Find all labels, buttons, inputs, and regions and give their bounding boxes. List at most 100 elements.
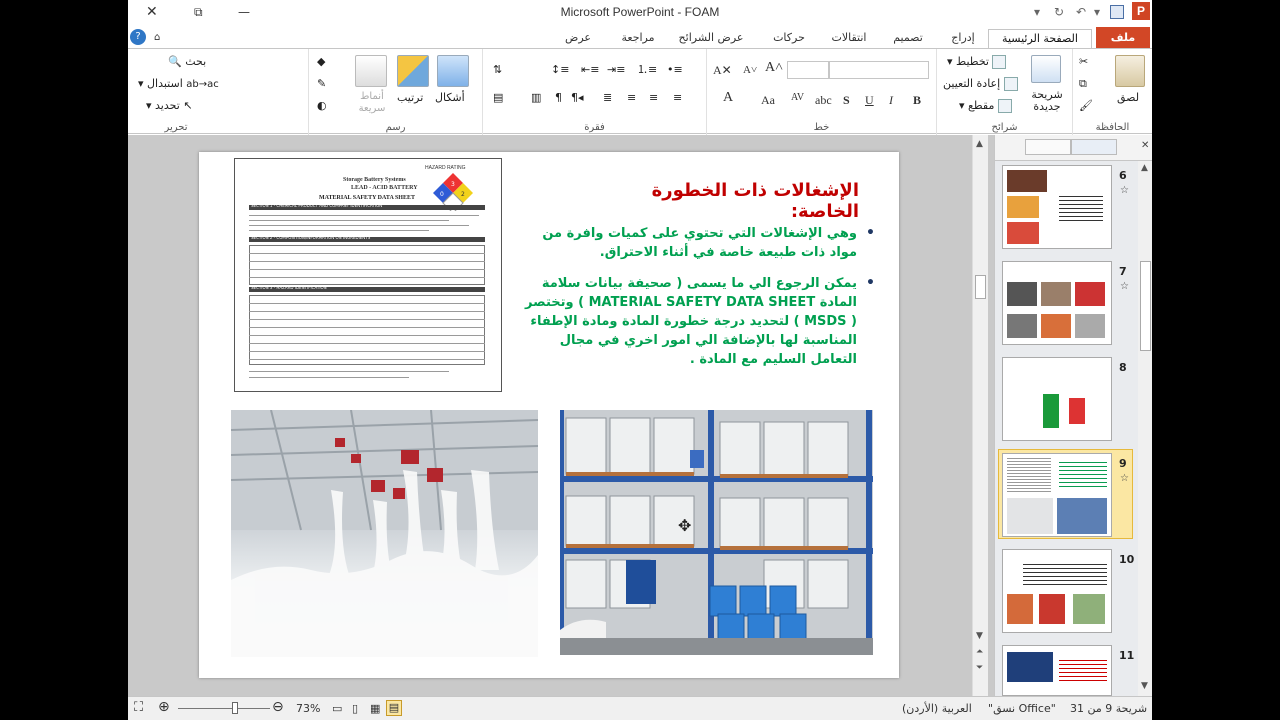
fit-to-window-icon[interactable]: ⛶: [134, 700, 143, 715]
slide-sorter-icon[interactable]: ▦: [370, 702, 380, 715]
numbering-icon[interactable]: ⒈≡: [637, 63, 657, 77]
font-family-combo[interactable]: [829, 61, 929, 79]
zoom-slider-thumb[interactable]: [232, 702, 238, 714]
shrink-font-icon[interactable]: A˅: [743, 63, 757, 77]
slide-thumbnail-7[interactable]: [1002, 261, 1112, 345]
scroll-down-icon[interactable]: ▼: [1141, 681, 1148, 691]
zoom-slider[interactable]: [178, 708, 270, 709]
align-text-icon[interactable]: ▤: [493, 91, 503, 105]
bullets-icon[interactable]: •≡: [667, 63, 683, 77]
slide-thumbnail-6[interactable]: [1002, 165, 1112, 249]
slide-title[interactable]: الإشغالات ذات الخطورة الخاصة:: [579, 180, 859, 222]
new-slide-label[interactable]: شريحة جديدة: [1025, 89, 1069, 113]
italic-icon[interactable]: I: [889, 93, 893, 107]
save-icon[interactable]: [1110, 5, 1124, 19]
msds-document-image[interactable]: Storage Battery Systems LEAD - ACID BATT…: [234, 158, 502, 392]
shapes-label[interactable]: أشكال: [435, 91, 465, 105]
undo-icon[interactable]: ↶: [1076, 3, 1086, 21]
zoom-level[interactable]: 73%: [296, 702, 320, 715]
change-case-icon[interactable]: Aa: [761, 93, 775, 107]
font-size-combo[interactable]: [787, 61, 829, 79]
paste-icon[interactable]: [1115, 55, 1145, 87]
tab-view[interactable]: عرض: [558, 29, 598, 48]
select-button[interactable]: ▾ تحديد ↖: [146, 99, 193, 113]
powerpoint-app-icon[interactable]: P: [1132, 2, 1150, 20]
undo-dropdown-icon[interactable]: ▾: [1094, 3, 1100, 21]
font-color-icon[interactable]: A: [723, 91, 733, 105]
scroll-up-icon[interactable]: ▲: [1141, 163, 1148, 173]
char-spacing-icon[interactable]: AV: [791, 91, 804, 105]
arrange-label[interactable]: ترتيب: [397, 91, 423, 105]
justify-icon[interactable]: ≣: [603, 91, 612, 105]
redo-icon[interactable]: ↻: [1054, 3, 1064, 21]
slide-thumbnail-9[interactable]: [1002, 453, 1112, 537]
scroll-thumb[interactable]: [1140, 261, 1151, 351]
zoom-out-icon[interactable]: ⊖: [272, 699, 284, 715]
decrease-indent-icon[interactable]: ⇤≡: [581, 63, 599, 77]
reset-button[interactable]: إعادة التعيين: [943, 77, 1018, 91]
tab-slideshow[interactable]: عرض الشرائح: [674, 29, 748, 48]
tab-insert[interactable]: إدراج: [940, 29, 986, 48]
underline-icon[interactable]: U: [865, 93, 874, 107]
slides-tab[interactable]: [1071, 139, 1117, 155]
scroll-down-icon[interactable]: ▼: [976, 631, 983, 641]
increase-indent-icon[interactable]: ⇥≡: [607, 63, 625, 77]
arrange-icon[interactable]: [397, 55, 429, 87]
previous-slide-icon[interactable]: ⏶: [976, 647, 983, 657]
collapse-ribbon-icon[interactable]: ⌂: [154, 29, 160, 48]
rtl-icon[interactable]: ¶◂: [571, 91, 584, 105]
shadow-icon[interactable]: S: [843, 93, 850, 107]
help-icon[interactable]: ?: [130, 29, 146, 45]
scroll-up-icon[interactable]: ▲: [976, 139, 983, 149]
shape-fill-icon[interactable]: ◆: [317, 55, 325, 69]
slide-thumbnail-11[interactable]: [1002, 645, 1112, 696]
quick-styles-icon[interactable]: [355, 55, 387, 87]
format-painter-icon[interactable]: 🖌: [1079, 99, 1093, 113]
copy-icon[interactable]: ⧉: [1079, 77, 1087, 91]
slide-editor[interactable]: Storage Battery Systems LEAD - ACID BATT…: [128, 135, 994, 696]
clear-formatting-icon[interactable]: A✕: [713, 63, 732, 77]
outline-tab[interactable]: [1025, 139, 1071, 155]
slide-thumbnail-10[interactable]: [1002, 549, 1112, 633]
scroll-thumb[interactable]: [975, 275, 986, 299]
tab-transitions[interactable]: انتقالات: [822, 29, 876, 48]
shape-effects-icon[interactable]: ◐: [317, 99, 327, 113]
tab-animations[interactable]: حركات: [764, 29, 814, 48]
bullet-item-1[interactable]: وهي الإشغالات التي تحتوي على كميات وافرة…: [517, 224, 875, 262]
chemical-storage-photo[interactable]: ✥: [560, 410, 873, 655]
normal-view-icon[interactable]: ▤: [386, 700, 402, 716]
text-direction-icon[interactable]: ⇅: [493, 63, 502, 77]
tab-file[interactable]: ملف: [1096, 27, 1150, 48]
shape-outline-icon[interactable]: ✎: [317, 77, 326, 91]
align-right-icon[interactable]: ≡: [673, 91, 682, 105]
paste-label[interactable]: لصق: [1117, 91, 1139, 105]
thumbnails-scrollbar[interactable]: ▲ ▼: [1138, 161, 1152, 696]
bold-icon[interactable]: B: [913, 93, 921, 107]
columns-icon[interactable]: ▥: [531, 91, 541, 105]
zoom-in-icon[interactable]: ⊕: [158, 699, 170, 715]
foam-system-photo[interactable]: [231, 410, 538, 657]
language-status[interactable]: العربية (الأردن): [902, 702, 972, 715]
replace-button[interactable]: ▾ استبدال ab→ac: [138, 77, 219, 92]
find-button[interactable]: 🔍 بحث: [168, 55, 206, 69]
new-slide-icon[interactable]: [1031, 55, 1061, 83]
layout-button[interactable]: ▾ تخطيط: [947, 55, 1007, 69]
grow-font-icon[interactable]: A˄: [765, 61, 783, 75]
section-button[interactable]: ▾ مقطع: [959, 99, 1012, 113]
slide-thumbnail-8[interactable]: [1002, 357, 1112, 441]
paragraph-mark-icon[interactable]: ¶: [555, 91, 562, 105]
bullet-item-2[interactable]: يمكن الرجوع الي ما يسمى ( صحيفة بيانات س…: [517, 274, 875, 369]
slideshow-view-icon[interactable]: ▭: [332, 702, 342, 715]
strikethrough-icon[interactable]: abc: [815, 93, 832, 107]
cut-icon[interactable]: ✂: [1079, 55, 1088, 69]
close-pane-icon[interactable]: ✕: [1141, 140, 1149, 151]
align-left-icon[interactable]: ≡: [627, 91, 636, 105]
next-slide-icon[interactable]: ⏷: [976, 663, 983, 673]
slide-canvas[interactable]: Storage Battery Systems LEAD - ACID BATT…: [199, 152, 899, 678]
shapes-icon[interactable]: [437, 55, 469, 87]
line-spacing-icon[interactable]: ↕≡: [551, 63, 569, 77]
tab-home[interactable]: الصفحة الرئيسية: [988, 29, 1092, 48]
customize-qat-icon[interactable]: ▾: [1034, 3, 1040, 21]
tab-review[interactable]: مراجعة: [608, 29, 668, 48]
editor-vertical-scrollbar[interactable]: ▲ ▼ ⏶ ⏷: [972, 135, 988, 696]
